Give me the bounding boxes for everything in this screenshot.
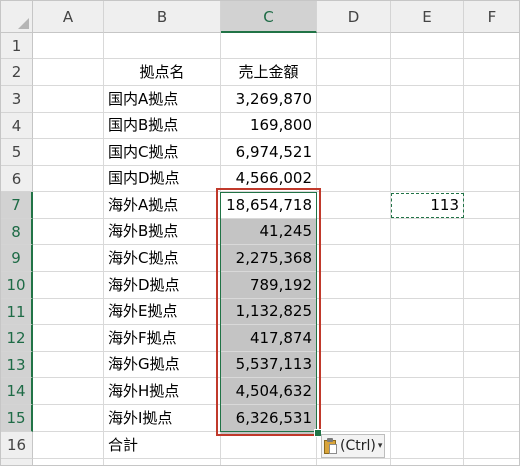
cell-b12[interactable]: 海外F拠点 [104,325,220,351]
clipboard-icon [324,437,338,455]
row-header-3[interactable]: 3 [1,86,33,113]
cell-b14[interactable]: 海外H拠点 [104,378,220,404]
row-header-8[interactable]: 8 [1,219,33,245]
row-header-7[interactable]: 7 [1,192,33,219]
cell-b8[interactable]: 海外B拠点 [104,219,220,244]
cell-b7[interactable]: 海外A拠点 [104,192,220,218]
cell-b6[interactable]: 国内D拠点 [104,166,220,191]
spreadsheet-grid: A B C D E F 1 2 3 4 5 6 7 8 9 10 11 12 1… [0,0,520,466]
column-header-b[interactable]: B [104,1,221,33]
row-header-16[interactable]: 16 [1,432,33,459]
row-header-10[interactable]: 10 [1,272,33,299]
row-header-4[interactable]: 4 [1,113,33,139]
cell-c5[interactable]: 6,974,521 [221,139,316,165]
select-all-triangle-icon [18,18,29,29]
column-header-d[interactable]: D [317,1,391,33]
cell-b11[interactable]: 海外E拠点 [104,299,220,324]
copy-marquee [391,193,464,218]
gridline-v [463,33,464,465]
cell-b4[interactable]: 国内B拠点 [104,113,220,138]
select-all-corner[interactable] [1,1,33,33]
cell-c3[interactable]: 3,269,870 [221,86,316,112]
column-header-f[interactable]: F [464,1,519,33]
row-header-2[interactable]: 2 [1,59,33,86]
cell-b13[interactable]: 海外G拠点 [104,352,220,377]
row-header-9[interactable]: 9 [1,245,33,272]
column-header-a[interactable]: A [33,1,104,33]
cell-c4[interactable]: 169,800 [221,113,316,138]
column-header-c[interactable]: C [221,1,317,33]
row-header-15[interactable]: 15 [1,405,33,432]
row-header-17[interactable] [1,459,33,465]
cell-b10[interactable]: 海外D拠点 [104,272,220,298]
cell-b16-total[interactable]: 合計 [104,432,220,458]
highlight-outline [216,188,321,436]
gridline-h [33,458,519,459]
cell-c2-header[interactable]: 売上金額 [221,59,316,85]
gridline-v [390,33,391,465]
cell-b2-header[interactable]: 拠点名 [104,59,220,85]
row-header-13[interactable]: 13 [1,352,33,378]
row-header-1[interactable]: 1 [1,33,33,59]
row-header-5[interactable]: 5 [1,139,33,166]
cell-b5[interactable]: 国内C拠点 [104,139,220,165]
cell-b3[interactable]: 国内A拠点 [104,86,220,112]
row-header-14[interactable]: 14 [1,378,33,405]
row-header-11[interactable]: 11 [1,299,33,325]
cell-b15[interactable]: 海外I拠点 [104,405,220,431]
row-header-12[interactable]: 12 [1,325,33,352]
paste-options-button[interactable]: (Ctrl) ▾ [321,434,385,458]
cell-b9[interactable]: 海外C拠点 [104,245,220,271]
column-header-e[interactable]: E [391,1,464,33]
dropdown-caret-icon: ▾ [377,441,383,451]
paste-options-label: (Ctrl) [340,438,376,454]
row-header-6[interactable]: 6 [1,166,33,192]
